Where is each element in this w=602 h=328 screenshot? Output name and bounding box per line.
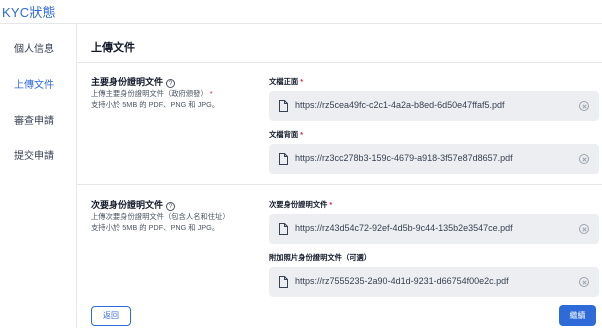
required-marker: * [300, 130, 304, 139]
document-icon [279, 153, 288, 165]
document-icon [279, 100, 288, 112]
photo-id-label: 附加照片身份證明文件（可選） [269, 253, 371, 263]
question-circle-icon[interactable]: ? [166, 79, 176, 88]
secondary-document-label: 次要身份證明文件 * [269, 200, 332, 210]
clear-circle-x-icon[interactable] [579, 224, 589, 234]
secondary-id-title: 次要身份證明文件? [91, 198, 176, 211]
secondary-document-file[interactable]: https://rz43d54c72-92ef-4d5b-9c44-135b2e… [269, 214, 599, 244]
photo-id-file[interactable]: https://rz7555235-2a90-4d1d-9231-d66754f… [269, 267, 599, 297]
secondary-id-desc-line1: 上傳次要身份證明文件（包含人名和住址） [91, 212, 230, 221]
back-document-label-text: 文檔背面 [269, 130, 299, 139]
front-document-label-text: 文檔正面 [269, 77, 299, 86]
back-document-label: 文檔背面 * [269, 130, 303, 140]
primary-id-desc-line1: 上傳主要身份證明文件（政府頒發） [91, 89, 208, 98]
document-icon [279, 223, 288, 235]
secondary-document-label-text: 次要身份證明文件 [269, 200, 328, 209]
required-marker: * [300, 77, 304, 86]
secondary-id-description: 上傳次要身份證明文件（包含人名和住址） 支持小於 5MB 的 PDF、PNG 和… [91, 211, 230, 233]
continue-button[interactable]: 繼續 [559, 305, 596, 326]
sidebar-item-review-application[interactable]: 審查申請 [14, 112, 54, 127]
photo-id-file-name: https://rz7555235-2a90-4d1d-9231-d66754f… [295, 276, 509, 286]
front-document-file[interactable]: https://rz5cea49fc-c2c1-4a2a-b8ed-6d50e4… [269, 91, 599, 121]
primary-id-desc-line2: 支持小於 5MB 的 PDF、PNG 和 JPG。 [91, 100, 220, 109]
back-button[interactable]: 返回 [91, 306, 131, 326]
question-circle-icon[interactable]: ? [166, 202, 176, 211]
app-title: KYC狀態 [2, 5, 56, 20]
clear-circle-x-icon[interactable] [579, 154, 589, 164]
clear-circle-x-icon[interactable] [579, 277, 589, 287]
secondary-id-desc-line2: 支持小於 5MB 的 PDF、PNG 和 JPG。 [91, 223, 220, 232]
primary-id-description: 上傳主要身份證明文件（政府頒發） * 支持小於 5MB 的 PDF、PNG 和 J… [91, 88, 219, 110]
back-document-file[interactable]: https://rz3cc278b3-159c-4679-a918-3f57e8… [269, 144, 599, 174]
group-divider [77, 184, 602, 185]
clear-circle-x-icon[interactable] [579, 101, 589, 111]
required-marker: * [329, 200, 333, 209]
required-marker: * [209, 89, 213, 98]
sidebar-item-submit-application[interactable]: 提交申請 [14, 147, 54, 162]
back-document-file-name: https://rz3cc278b3-159c-4679-a918-3f57e8… [295, 153, 513, 163]
primary-id-title-text: 主要身份證明文件 [91, 77, 164, 87]
primary-id-title: 主要身份證明文件? [91, 75, 176, 88]
section-divider [77, 62, 602, 63]
secondary-document-file-name: https://rz43d54c72-92ef-4d5b-9c44-135b2e… [295, 223, 513, 233]
sidebar-item-personal-info[interactable]: 個人信息 [14, 40, 54, 55]
sidebar-divider [76, 24, 77, 328]
photo-id-label-text: 附加照片身份證明文件（可選） [269, 253, 372, 262]
front-document-file-name: https://rz5cea49fc-c2c1-4a2a-b8ed-6d50e4… [295, 100, 505, 110]
sidebar-item-upload-documents[interactable]: 上傳文件 [14, 76, 54, 91]
document-icon [279, 276, 288, 288]
section-title: 上傳文件 [91, 42, 135, 54]
title-divider [0, 23, 602, 24]
front-document-label: 文檔正面 * [269, 77, 303, 87]
secondary-id-title-text: 次要身份證明文件 [91, 200, 164, 210]
